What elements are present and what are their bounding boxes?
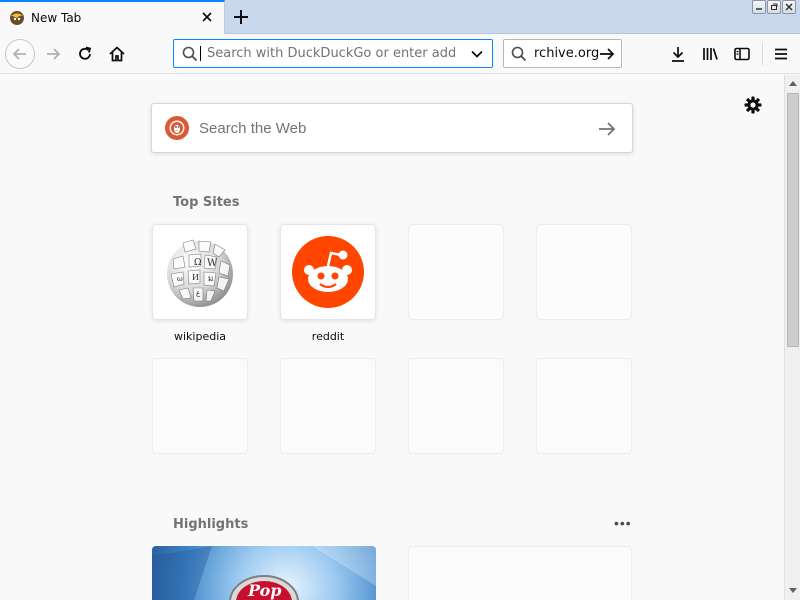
vertical-scrollbar[interactable]	[784, 75, 800, 600]
top-site-tile[interactable]	[280, 224, 376, 320]
close-window-button[interactable]	[782, 0, 796, 14]
search-bar-text: rchive.org	[534, 46, 600, 61]
toolbar-separator	[762, 43, 763, 65]
svg-text:Ω: Ω	[194, 258, 201, 268]
search-bar[interactable]: rchive.org	[503, 39, 622, 68]
scroll-up-icon[interactable]	[785, 75, 800, 91]
home-button[interactable]	[102, 39, 132, 69]
go-arrow-icon[interactable]	[599, 46, 615, 62]
chevron-down-icon[interactable]	[470, 47, 484, 61]
download-icon[interactable]	[668, 44, 688, 64]
highlights-title: Highlights	[173, 517, 249, 532]
empty-top-site-tile[interactable]	[536, 224, 632, 320]
top-site-label[interactable]: wikipedia	[152, 330, 248, 343]
new-tab-page: Top Sites Ω W И ม ω ع wikipedia reddit	[0, 75, 784, 600]
svg-text:ม: ม	[208, 274, 213, 283]
scroll-down-icon[interactable]	[785, 583, 800, 599]
empty-top-site-tile[interactable]	[536, 358, 632, 454]
svg-text:W: W	[207, 258, 218, 269]
text-caret	[200, 46, 201, 61]
web-search-box[interactable]	[151, 103, 633, 153]
reload-icon	[79, 46, 92, 60]
arrow-left-icon	[12, 48, 26, 60]
svg-text:И: И	[192, 273, 199, 282]
tab-new-tab[interactable]: New Tab	[0, 0, 225, 34]
library-icon[interactable]	[700, 44, 720, 64]
highlight-thumbnail: Pop	[152, 546, 376, 600]
reload-button[interactable]	[70, 39, 100, 69]
tab-strip: New Tab	[0, 0, 800, 34]
minimize-button[interactable]	[752, 0, 766, 14]
back-button[interactable]	[5, 39, 35, 69]
window-controls	[752, 0, 796, 14]
hamburger-menu-icon[interactable]	[771, 44, 791, 64]
top-site-label[interactable]: reddit	[280, 330, 376, 343]
scrollbar-thumb[interactable]	[787, 93, 799, 347]
forward-button[interactable]	[38, 39, 68, 69]
navigation-toolbar: rchive.org	[0, 34, 800, 74]
highlight-card[interactable]: Pop	[152, 546, 376, 600]
reddit-alien-icon	[292, 236, 364, 308]
firefox-icon	[9, 10, 25, 26]
web-search-input[interactable]	[199, 119, 579, 137]
svg-text:Pop: Pop	[247, 581, 281, 600]
empty-top-site-tile[interactable]	[408, 224, 504, 320]
duckduckgo-icon	[165, 116, 189, 140]
sidebar-icon[interactable]	[732, 44, 752, 64]
top-site-tile[interactable]: Ω W И ม ω ع	[152, 224, 248, 320]
more-options-button[interactable]: •••	[614, 515, 634, 531]
restore-button[interactable]	[767, 0, 781, 14]
address-input[interactable]	[207, 46, 455, 61]
home-icon	[109, 46, 125, 62]
address-bar[interactable]	[173, 39, 493, 68]
close-icon[interactable]	[200, 10, 214, 24]
arrow-right-icon	[47, 48, 61, 60]
empty-top-site-tile[interactable]	[280, 358, 376, 454]
empty-highlight-card[interactable]	[408, 546, 632, 600]
arrow-right-icon[interactable]	[597, 119, 617, 139]
empty-top-site-tile[interactable]	[152, 358, 248, 454]
top-sites-title: Top Sites	[173, 195, 240, 210]
plus-icon	[234, 10, 248, 24]
empty-top-site-tile[interactable]	[408, 358, 504, 454]
gear-icon[interactable]	[743, 95, 763, 115]
tab-title: New Tab	[31, 11, 82, 25]
svg-text:ω: ω	[177, 275, 183, 283]
wikipedia-globe-icon: Ω W И ม ω ع	[167, 239, 233, 307]
search-icon	[182, 46, 198, 61]
new-tab-button[interactable]	[230, 6, 252, 28]
search-icon	[511, 46, 527, 61]
